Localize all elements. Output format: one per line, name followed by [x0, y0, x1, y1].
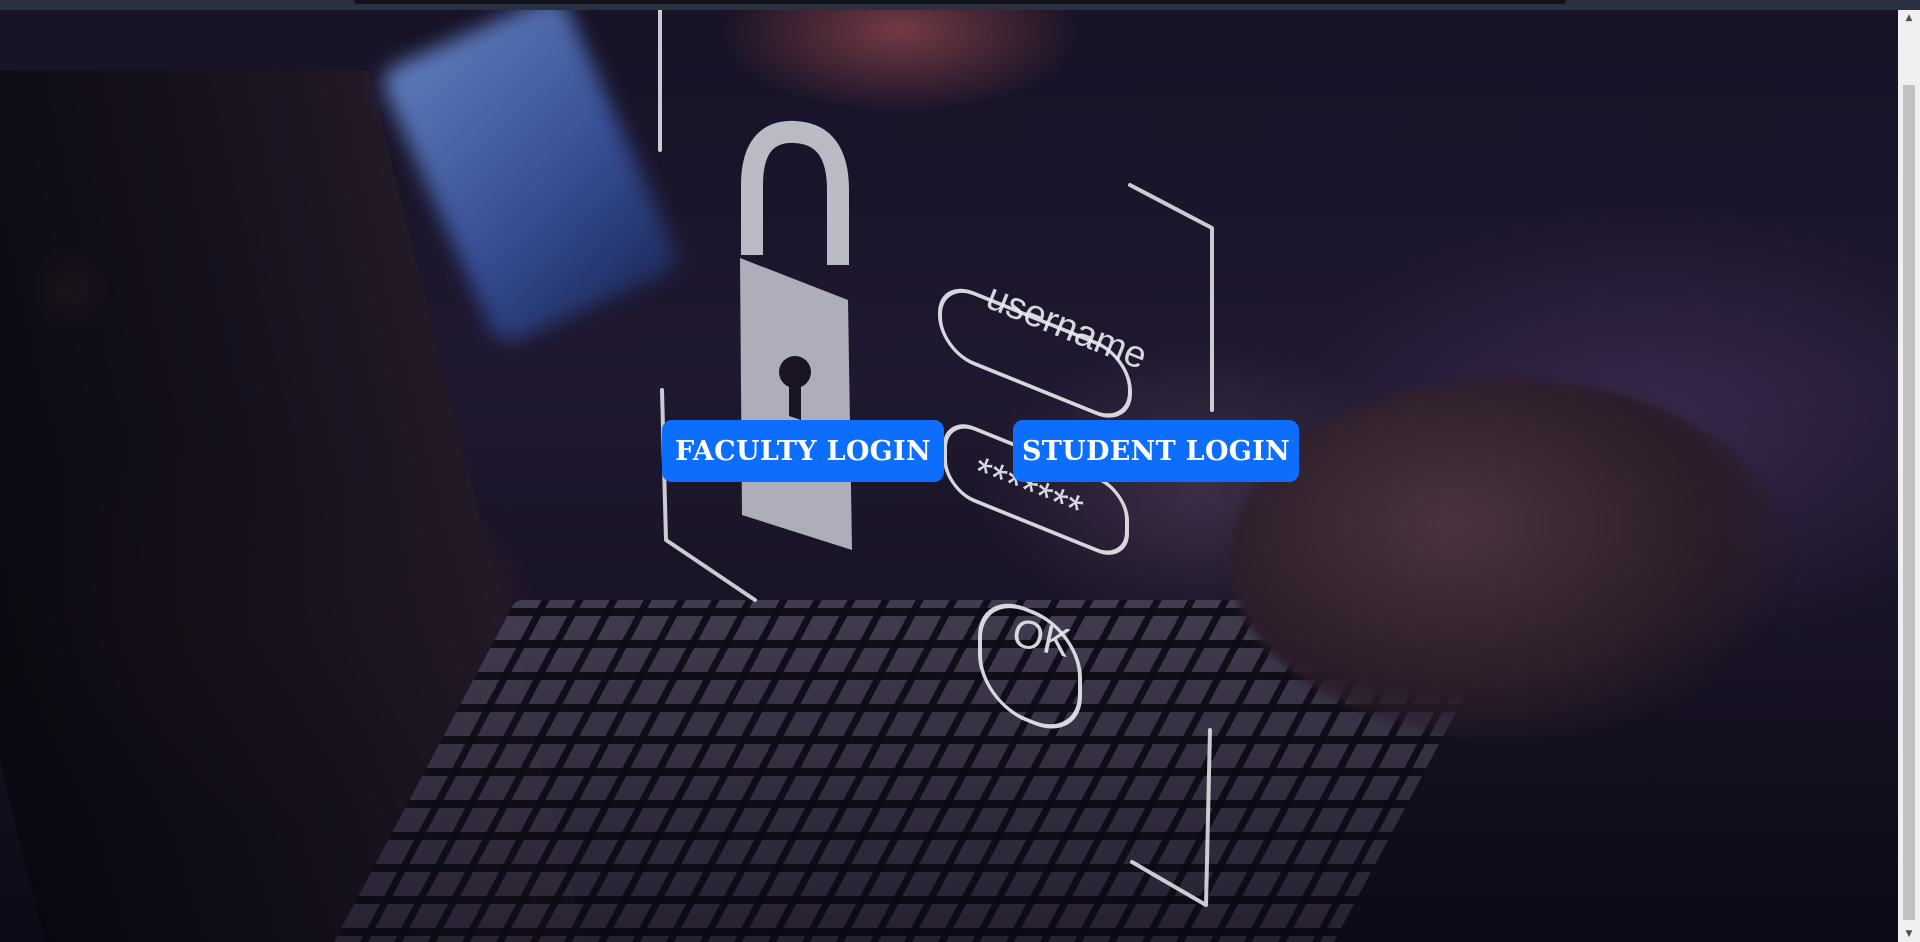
scrollbar-thumb[interactable] [1903, 85, 1915, 920]
student-login-button[interactable]: STUDENT LOGIN [1013, 420, 1299, 482]
background-image: username ******* OK [0, 10, 1898, 942]
browser-top-bar [0, 0, 1920, 10]
faculty-login-button[interactable]: FACULTY LOGIN [662, 420, 944, 482]
hologram-ok-label: OK [1009, 611, 1075, 666]
address-bar-edge [354, 0, 1566, 4]
vertical-scrollbar[interactable]: ▲ ▼ [1898, 10, 1920, 942]
browser-viewport: username ******* OK FACULTY LOGIN STUDEN… [0, 0, 1920, 942]
login-hologram: username ******* OK [658, 10, 1214, 907]
padlock-icon [740, 120, 852, 550]
hologram-username-label: username [980, 276, 1152, 378]
scroll-up-arrow-icon[interactable]: ▲ [1898, 10, 1920, 26]
hologram-frame-right [1128, 183, 1214, 907]
scroll-down-arrow-icon[interactable]: ▼ [1898, 926, 1920, 942]
